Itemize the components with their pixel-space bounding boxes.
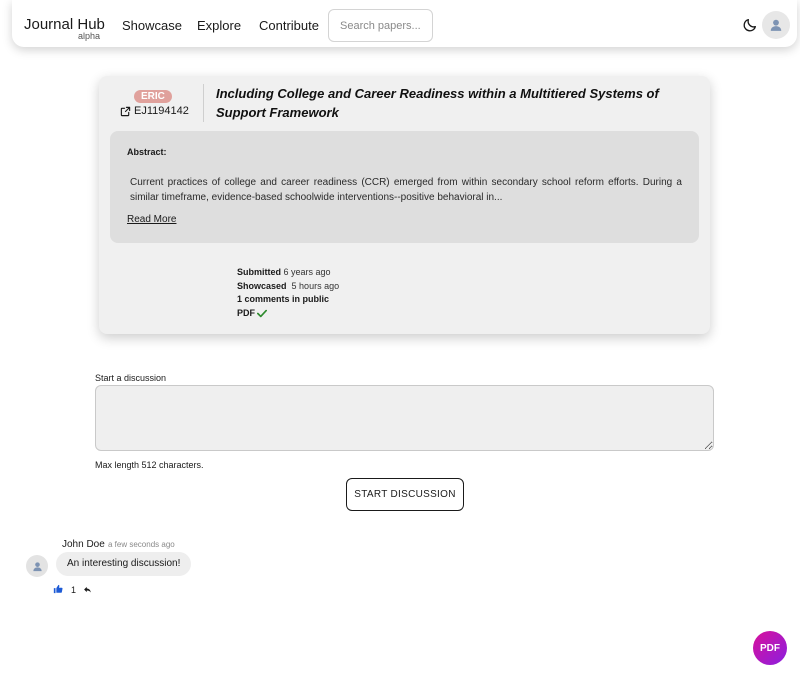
- brand[interactable]: Journal Hub alpha: [24, 16, 105, 41]
- external-link-icon: [120, 106, 131, 116]
- abstract-label: Abstract:: [127, 147, 167, 157]
- submitted-row: Submitted 6 years ago: [237, 266, 339, 280]
- max-length-hint: Max length 512 characters.: [95, 460, 204, 470]
- paper-card: ERIC EJ1194142 Including College and Car…: [99, 76, 710, 334]
- abstract-box: Abstract: Current practices of college a…: [110, 131, 699, 243]
- search-input[interactable]: [328, 9, 433, 42]
- comment-avatar[interactable]: [26, 555, 48, 577]
- like-count: 1: [71, 585, 77, 595]
- submitted-label: Submitted: [237, 267, 281, 277]
- comment-bubble: An interesting discussion!: [56, 552, 192, 576]
- brand-subtitle: alpha: [78, 31, 101, 41]
- paper-title[interactable]: Including College and Career Readiness w…: [216, 84, 701, 122]
- pdf-fab-button[interactable]: PDF: [753, 631, 787, 665]
- comments-count-row: 1 comments in public: [237, 293, 339, 307]
- showcased-row: Showcased 5 hours ago: [237, 280, 339, 294]
- comment-time: a few seconds ago: [108, 540, 175, 549]
- moon-icon[interactable]: [742, 17, 758, 33]
- paper-id: EJ1194142: [134, 105, 189, 117]
- check-icon: [257, 309, 267, 317]
- submitted-value: 6 years ago: [283, 267, 331, 277]
- read-more-link[interactable]: Read More: [127, 214, 176, 225]
- pdf-status-row: PDF: [237, 307, 339, 321]
- paper-id-link[interactable]: EJ1194142: [120, 105, 189, 117]
- discussion-label: Start a discussion: [95, 373, 167, 383]
- nav-link-explore[interactable]: Explore: [197, 18, 241, 33]
- reply-icon[interactable]: [83, 585, 92, 594]
- comments-count: 1 comments in public: [237, 294, 330, 304]
- start-discussion-button[interactable]: START DISCUSSION: [346, 478, 464, 511]
- user-menu-button[interactable]: [762, 11, 790, 39]
- showcased-label: Showcased: [237, 280, 287, 291]
- pdf-label: PDF: [237, 307, 255, 318]
- comment-author[interactable]: John Doe: [62, 539, 105, 550]
- thumbs-up-icon[interactable]: [53, 584, 63, 594]
- user-icon: [770, 19, 782, 31]
- abstract-text: Current practices of college and career …: [130, 177, 682, 203]
- paper-meta: Submitted 6 years ago Showcased 5 hours …: [237, 266, 339, 320]
- user-icon: [32, 561, 42, 571]
- navbar: Journal Hub alpha Showcase Explore Contr…: [12, 0, 797, 47]
- nav-link-contribute[interactable]: Contribute: [259, 18, 319, 33]
- source-badge: ERIC: [134, 90, 172, 103]
- showcased-value: 5 hours ago: [291, 280, 340, 291]
- discussion-textarea[interactable]: [95, 385, 714, 451]
- divider: [203, 84, 204, 122]
- nav-link-showcase[interactable]: Showcase: [122, 18, 182, 33]
